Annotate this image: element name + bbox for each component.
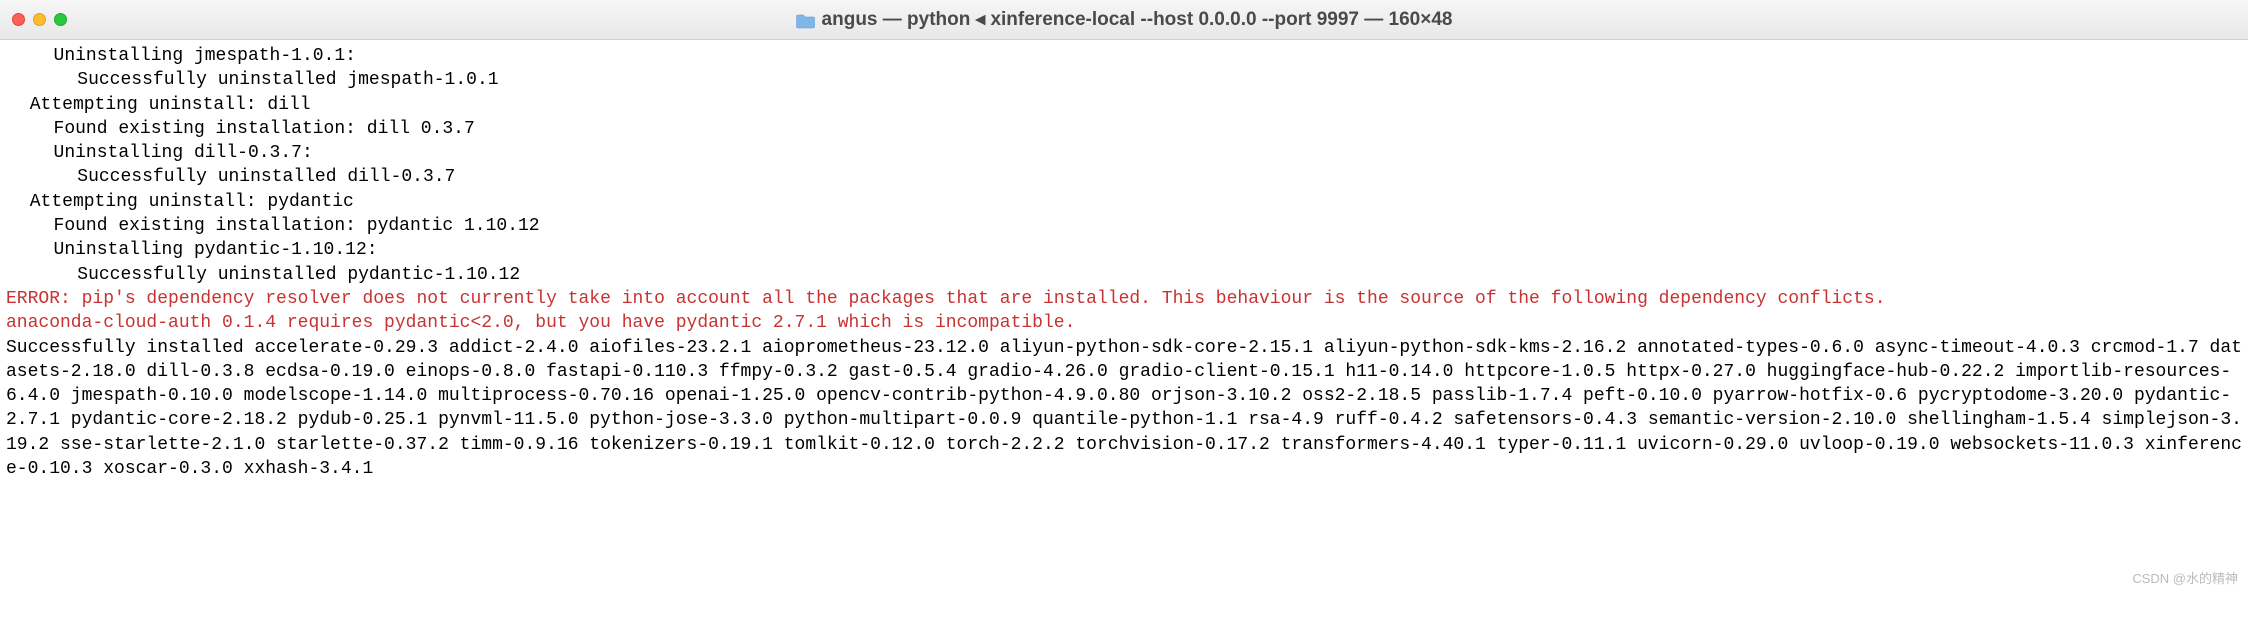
window-titlebar: angus — python ◂ xinference-local --host… — [0, 0, 2248, 40]
terminal-line: Successfully installed accelerate-0.29.3… — [6, 336, 2242, 482]
close-button[interactable] — [12, 13, 25, 26]
terminal-line: Attempting uninstall: pydantic — [6, 190, 2242, 214]
terminal-output[interactable]: Uninstalling jmespath-1.0.1:Successfully… — [0, 40, 2248, 485]
terminal-line: Successfully uninstalled pydantic-1.10.1… — [6, 263, 2242, 287]
terminal-line: Uninstalling dill-0.3.7: — [6, 141, 2242, 165]
terminal-line: anaconda-cloud-auth 0.1.4 requires pydan… — [6, 311, 2242, 335]
terminal-line: Successfully uninstalled dill-0.3.7 — [6, 165, 2242, 189]
terminal-line: Successfully uninstalled jmespath-1.0.1 — [6, 68, 2242, 92]
window-title-text: angus — python ◂ xinference-local --host… — [822, 7, 1453, 33]
watermark: CSDN @水的精神 — [2132, 570, 2238, 588]
terminal-line: Found existing installation: pydantic 1.… — [6, 214, 2242, 238]
window-title: angus — python ◂ xinference-local --host… — [796, 7, 1453, 33]
minimize-button[interactable] — [33, 13, 46, 26]
terminal-line: Uninstalling jmespath-1.0.1: — [6, 44, 2242, 68]
terminal-line: Uninstalling pydantic-1.10.12: — [6, 238, 2242, 262]
terminal-line: ERROR: pip's dependency resolver does no… — [6, 287, 2242, 311]
traffic-lights — [12, 13, 67, 26]
terminal-line: Attempting uninstall: dill — [6, 93, 2242, 117]
maximize-button[interactable] — [54, 13, 67, 26]
terminal-line: Found existing installation: dill 0.3.7 — [6, 117, 2242, 141]
folder-icon — [796, 11, 816, 27]
